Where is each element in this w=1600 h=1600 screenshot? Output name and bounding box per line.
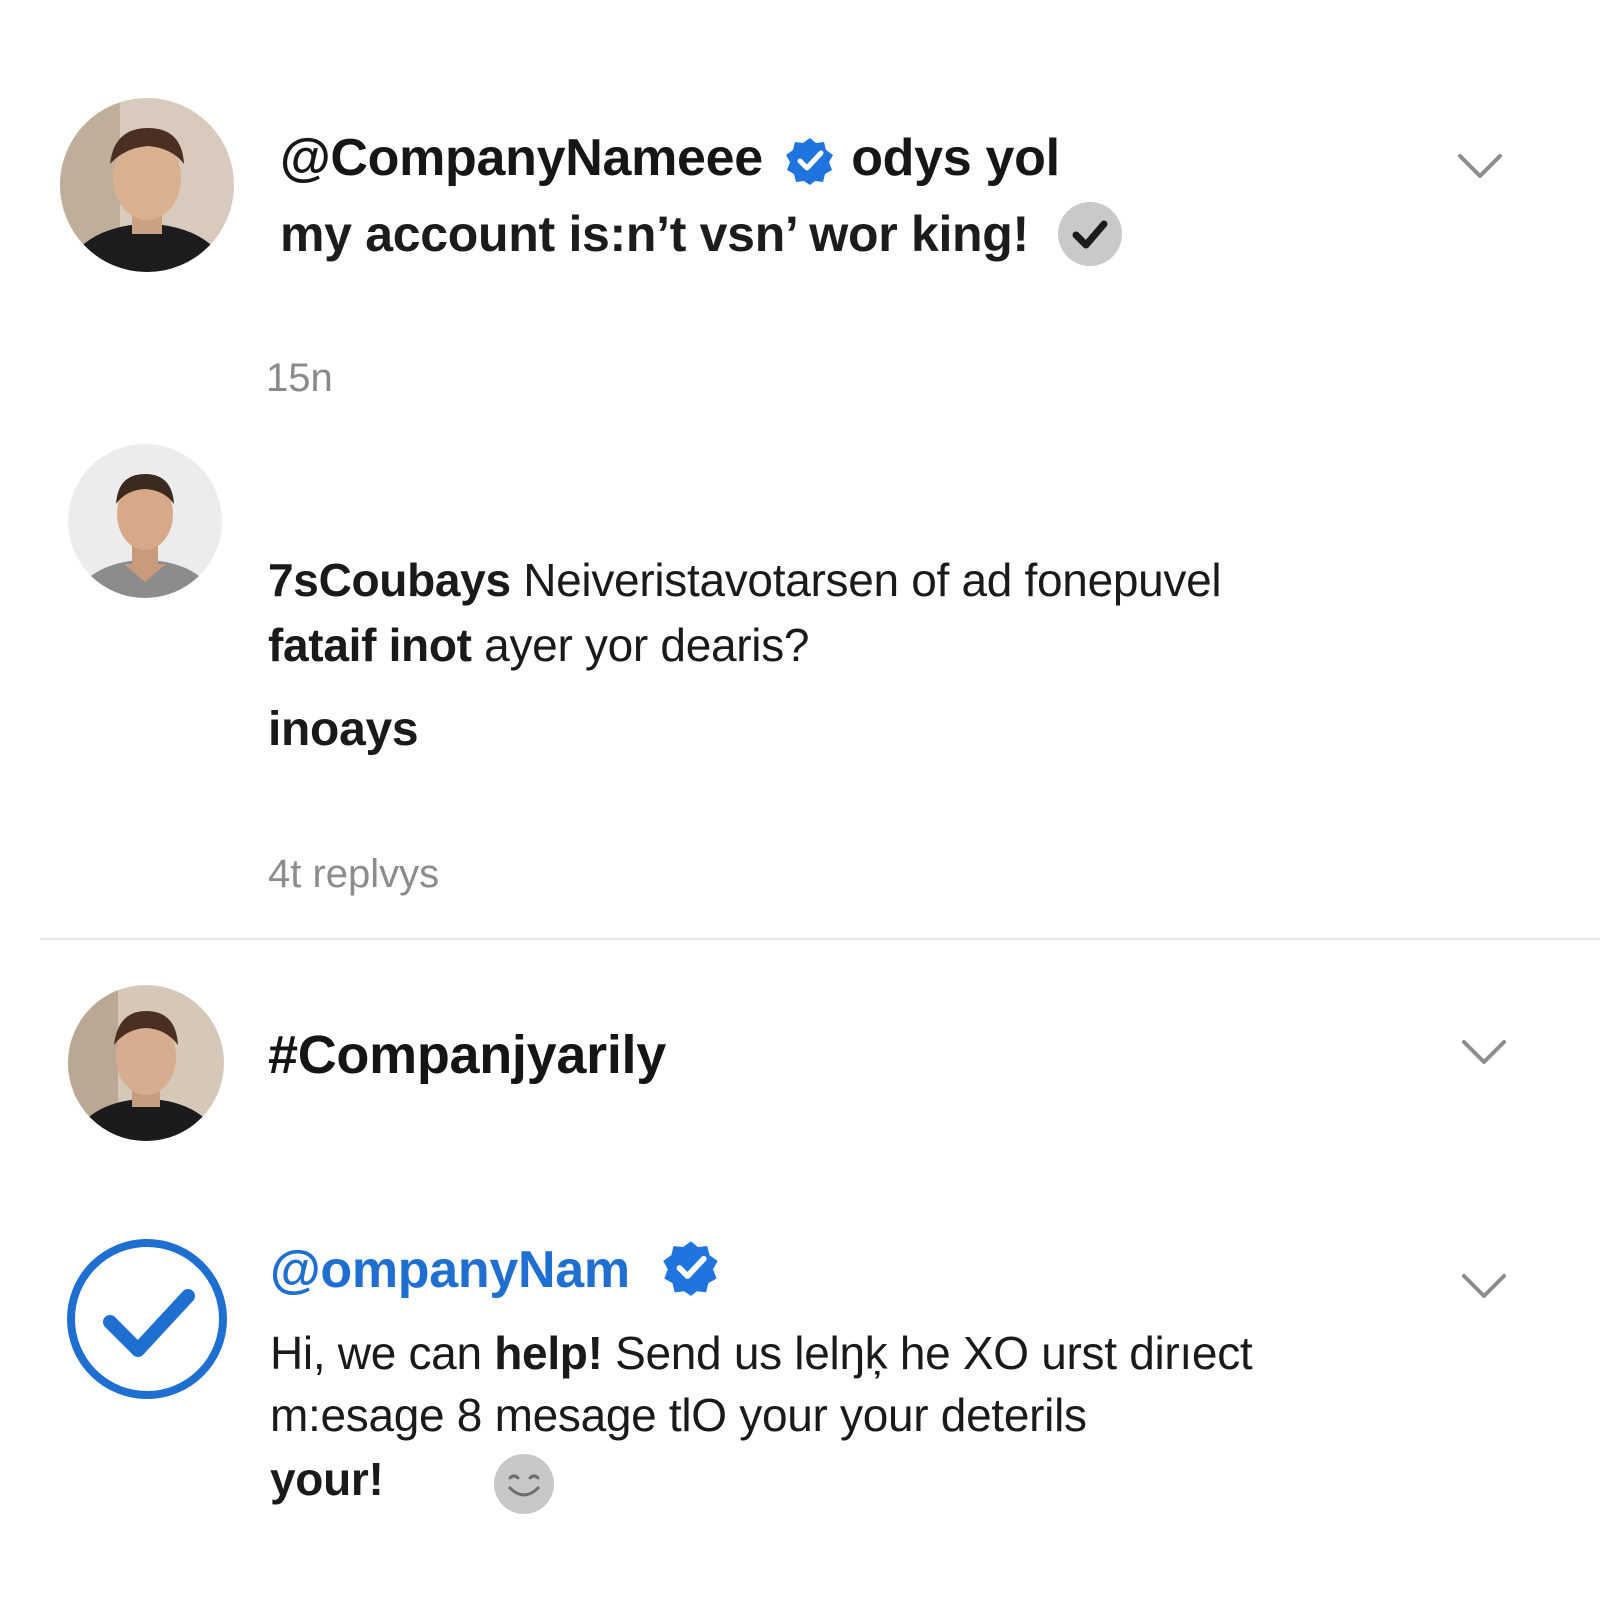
chevron-down-icon[interactable] xyxy=(1460,1272,1508,1302)
divider xyxy=(40,938,1600,940)
post1-handle[interactable]: @CompanyNameee xyxy=(280,129,763,187)
post2-text-line2: fataif inot ayer yor dearis? xyxy=(268,618,810,672)
post2-line2-rest: ayer yor dearis? xyxy=(484,619,810,671)
reply-line3: your! xyxy=(270,1453,384,1505)
reply-text-line1: Hi, we can help! Send us lelŋķ he XO urs… xyxy=(270,1326,1253,1380)
post1-header: @CompanyNameee odys yol xyxy=(280,128,1060,188)
verified-badge-icon xyxy=(662,1239,720,1297)
avatar-user-3[interactable] xyxy=(68,985,224,1141)
reply-text-line2: m:esage 8 mesage tlO your your deterils xyxy=(270,1389,1087,1441)
post2-line1-rest: Neiveristavotarsen of ad fonepuvel xyxy=(523,554,1222,606)
avatar-user-2[interactable] xyxy=(68,444,222,598)
post2-text-line1: 7sCoubays Neiveristavotarsen of ad fonep… xyxy=(268,553,1222,607)
brand-avatar[interactable] xyxy=(66,1238,228,1400)
chevron-down-icon[interactable] xyxy=(1460,1038,1508,1068)
post1-handle-suffix: odys yol xyxy=(851,129,1060,187)
post2-text-line3: inoays xyxy=(268,703,419,756)
avatar-user-1[interactable] xyxy=(60,98,234,272)
check-circle-icon xyxy=(1056,200,1124,268)
post2-line2-bold: fataif inot xyxy=(268,619,472,671)
verified-badge-icon xyxy=(785,136,835,186)
post3-hashtag[interactable]: #Companjyarily xyxy=(268,1024,666,1086)
chevron-down-icon[interactable] xyxy=(1456,152,1504,182)
post2-line1-bold: 7sCoubays xyxy=(268,554,511,606)
post1-text: my account is:n’t vsn’ wor king! xyxy=(280,206,1029,262)
reply-handle[interactable]: @ompanyNam xyxy=(270,1241,630,1299)
smiley-emoji-icon xyxy=(494,1454,554,1514)
reply-line1-b: help! xyxy=(494,1327,603,1379)
reply-line1-c: Send us lelŋķ he XO urst dirıect xyxy=(602,1327,1253,1379)
post1-text-line: my account is:n’t vsn’ wor king! xyxy=(280,201,1124,268)
reply-text-line3: your! xyxy=(270,1452,384,1506)
reply-header: @ompanyNam xyxy=(270,1240,720,1300)
post2-replies-link[interactable]: 4t replvys xyxy=(268,852,439,897)
reply-line1-a: Hi, we can xyxy=(270,1327,495,1379)
post1-timestamp: 15n xyxy=(266,356,333,400)
